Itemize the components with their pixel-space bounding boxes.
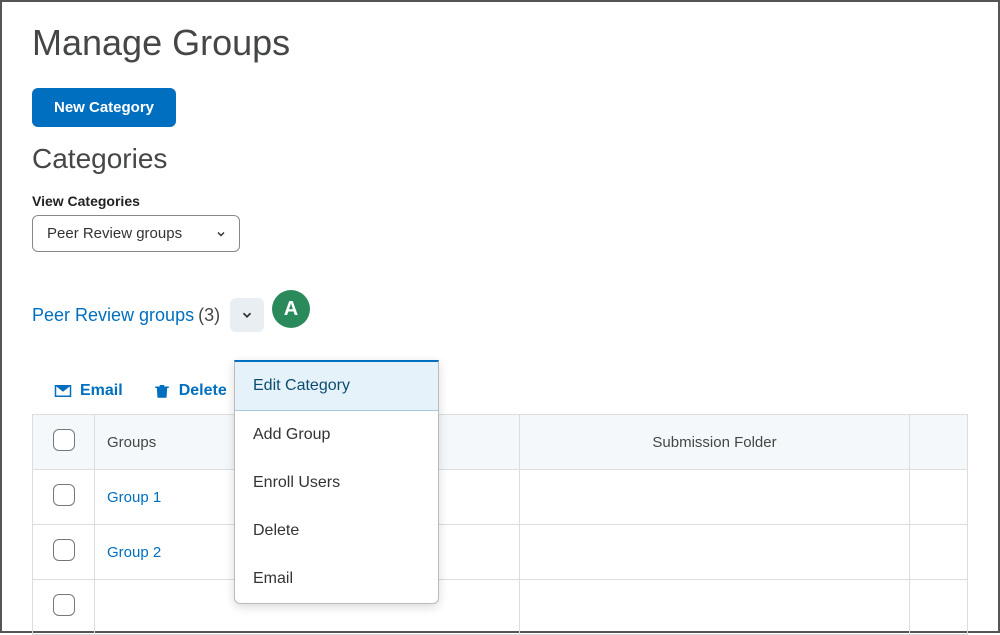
row-checkbox[interactable]: [53, 539, 75, 561]
chevron-down-icon: [215, 228, 227, 240]
menu-edit-category[interactable]: Edit Category: [235, 362, 438, 411]
categories-heading: Categories: [32, 143, 968, 175]
table-row: Group 1: [33, 470, 968, 525]
menu-delete[interactable]: Delete: [235, 507, 438, 555]
select-value: Peer Review groups: [47, 225, 182, 242]
new-category-button[interactable]: New Category: [32, 88, 176, 127]
col-header-submission: Submission Folder: [520, 415, 910, 470]
table-row: [33, 580, 968, 635]
email-icon: [54, 382, 72, 400]
group-link[interactable]: Group 2: [107, 544, 161, 561]
category-menu-toggle[interactable]: [230, 298, 264, 332]
menu-enroll-users[interactable]: Enroll Users: [235, 459, 438, 507]
group-link[interactable]: Group 1: [107, 489, 161, 506]
category-context-menu: Edit Category Add Group Enroll Users Del…: [234, 360, 439, 604]
col-header-extra: [910, 415, 968, 470]
view-categories-select[interactable]: Peer Review groups: [32, 215, 240, 252]
row-checkbox[interactable]: [53, 594, 75, 616]
groups-table: Groups Submission Folder Group 1 Group 2: [32, 414, 968, 635]
email-button[interactable]: Email: [54, 382, 123, 400]
menu-email[interactable]: Email: [235, 555, 438, 603]
chevron-down-icon: [240, 308, 254, 322]
category-count: (3): [198, 305, 220, 326]
delete-button[interactable]: Delete: [153, 382, 227, 400]
email-label: Email: [80, 382, 123, 400]
row-checkbox[interactable]: [53, 484, 75, 506]
table-row: Group 2: [33, 525, 968, 580]
trash-icon: [153, 382, 171, 400]
view-categories-label: View Categories: [32, 193, 968, 209]
menu-add-group[interactable]: Add Group: [235, 411, 438, 459]
category-link[interactable]: Peer Review groups: [32, 305, 194, 326]
select-all-checkbox[interactable]: [53, 429, 75, 451]
delete-label: Delete: [179, 382, 227, 400]
page-title: Manage Groups: [32, 22, 968, 64]
